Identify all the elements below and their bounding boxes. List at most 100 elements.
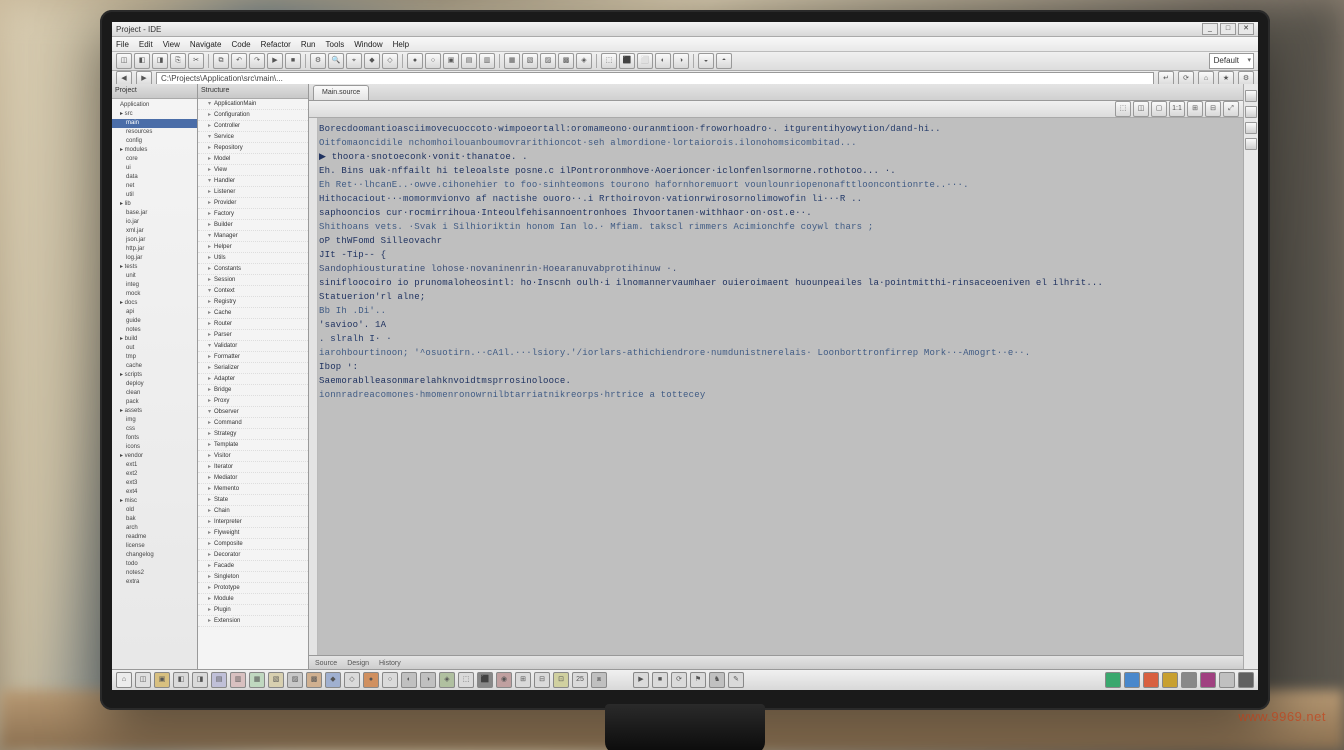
toolbar-icon[interactable]: ⚙ <box>310 53 326 69</box>
tree-item[interactable]: css <box>112 425 197 434</box>
tree-item[interactable]: json.jar <box>112 236 197 245</box>
code-line[interactable]: . slralh I· · <box>319 332 1239 346</box>
tree-item[interactable]: ext1 <box>112 461 197 470</box>
structure-item[interactable]: Builder <box>198 220 308 231</box>
code-line[interactable]: ionnradreacomones·hmomenronowrnilbtarria… <box>319 388 1239 402</box>
strip-icon[interactable] <box>1245 106 1257 118</box>
menu-file[interactable]: File <box>116 40 129 49</box>
toolbar-icon[interactable]: ● <box>407 53 423 69</box>
project-panel-header[interactable]: Project <box>112 84 197 99</box>
tree-item[interactable]: api <box>112 308 197 317</box>
code-line[interactable]: oP thWFomd Silleovachr <box>319 234 1239 248</box>
tree-item[interactable]: ▸ docs <box>112 299 197 308</box>
taskbar-icon[interactable]: ⧈ <box>591 672 607 688</box>
menu-refactor[interactable]: Refactor <box>261 40 291 49</box>
tree-item[interactable]: tmp <box>112 353 197 362</box>
tree-item[interactable]: xml.jar <box>112 227 197 236</box>
structure-item[interactable]: State <box>198 495 308 506</box>
tray-icon[interactable] <box>1162 672 1178 688</box>
taskbar-icon[interactable]: ◆ <box>325 672 341 688</box>
structure-item[interactable]: Manager <box>198 231 308 242</box>
toolbar-icon[interactable]: ◑ <box>673 53 689 69</box>
toolbar-icon[interactable]: ▦ <box>504 53 520 69</box>
structure-item[interactable]: Adapter <box>198 374 308 385</box>
menu-run[interactable]: Run <box>301 40 316 49</box>
structure-item[interactable]: Mediator <box>198 473 308 484</box>
taskbar-icon[interactable]: ◇ <box>344 672 360 688</box>
toolbar-icon[interactable]: ▩ <box>558 53 574 69</box>
code-line[interactable]: Statuerion'rl alne; <box>319 290 1239 304</box>
config-dropdown[interactable]: Default <box>1209 53 1254 69</box>
editor-bottom-tab[interactable]: History <box>379 660 401 667</box>
taskbar-icon[interactable]: ▤ <box>211 672 227 688</box>
code-line[interactable]: saphooncios cur·rocmirrihoua·Inteoulfehi… <box>319 206 1239 220</box>
structure-item[interactable]: Flyweight <box>198 528 308 539</box>
taskbar-icon[interactable]: ▧ <box>268 672 284 688</box>
toolbar-icon[interactable]: ⧉ <box>213 53 229 69</box>
taskbar-icon[interactable]: ▦ <box>249 672 265 688</box>
toolbar-icon[interactable]: ◨ <box>152 53 168 69</box>
toolbar-icon[interactable]: ▶ <box>267 53 283 69</box>
tree-item[interactable]: img <box>112 416 197 425</box>
toolbar-icon[interactable]: ▤ <box>461 53 477 69</box>
structure-item[interactable]: Parser <box>198 330 308 341</box>
taskbar-icon[interactable]: ◑ <box>420 672 436 688</box>
menu-code[interactable]: Code <box>231 40 250 49</box>
toolbar-icon[interactable]: ◫ <box>116 53 132 69</box>
tree-item[interactable]: ▸ misc <box>112 497 197 506</box>
structure-item[interactable]: Visitor <box>198 451 308 462</box>
structure-item[interactable]: Plugin <box>198 605 308 616</box>
structure-item[interactable]: Constants <box>198 264 308 275</box>
structure-item[interactable]: Session <box>198 275 308 286</box>
tree-item[interactable]: Application <box>112 101 197 110</box>
code-line[interactable]: ▶ thoora·snotoeconk·vonit·thanatoe. . <box>319 150 1239 164</box>
toolbar-icon[interactable]: ○ <box>425 53 441 69</box>
window-titlebar[interactable]: Project - IDE _ □ ✕ <box>112 22 1258 37</box>
structure-item[interactable]: Factory <box>198 209 308 220</box>
taskbar-icon[interactable]: ⌂ <box>116 672 132 688</box>
toolbar-icon[interactable]: ■ <box>285 53 301 69</box>
code-line[interactable]: Saemorablleasonmarelahknvoidtmsprrosinol… <box>319 374 1239 388</box>
toolbar-icon[interactable]: ▣ <box>443 53 459 69</box>
tree-item[interactable]: notes <box>112 326 197 335</box>
tray-icon[interactable] <box>1143 672 1159 688</box>
structure-item[interactable]: Prototype <box>198 583 308 594</box>
structure-item[interactable]: Interpreter <box>198 517 308 528</box>
code-line[interactable]: Hithocaciout···momormvionvo af nactishe … <box>319 192 1239 206</box>
structure-item[interactable]: Cache <box>198 308 308 319</box>
toolbar-icon[interactable]: ⬜ <box>637 53 653 69</box>
maximize-button[interactable]: □ <box>1220 23 1236 35</box>
tray-icon[interactable] <box>1200 672 1216 688</box>
editor-tool-icon[interactable]: 1:1 <box>1169 101 1185 117</box>
menu-edit[interactable]: Edit <box>139 40 153 49</box>
code-line[interactable]: Ibop י: <box>319 360 1239 374</box>
tree-item[interactable]: data <box>112 173 197 182</box>
structure-item[interactable]: Chain <box>198 506 308 517</box>
taskbar-icon[interactable]: ▩ <box>306 672 322 688</box>
structure-item[interactable]: View <box>198 165 308 176</box>
taskbar-icon[interactable]: ⟳ <box>671 672 687 688</box>
structure-item[interactable]: Repository <box>198 143 308 154</box>
editor-tool-icon[interactable]: ▢ <box>1151 101 1167 117</box>
toolbar-icon[interactable]: ◇ <box>382 53 398 69</box>
taskbar-icon[interactable]: ▶ <box>633 672 649 688</box>
tree-item[interactable]: clean <box>112 389 197 398</box>
tree-item[interactable]: guide <box>112 317 197 326</box>
tree-item[interactable]: ▸ lib <box>112 200 197 209</box>
tree-item[interactable]: ▸ src <box>112 110 197 119</box>
tree-item[interactable]: base.jar <box>112 209 197 218</box>
tree-item[interactable]: mock <box>112 290 197 299</box>
strip-icon[interactable] <box>1245 122 1257 134</box>
structure-item[interactable]: Template <box>198 440 308 451</box>
tree-item[interactable]: net <box>112 182 197 191</box>
toolbar-icon[interactable]: ↶ <box>231 53 247 69</box>
toolbar-icon[interactable]: ▥ <box>479 53 495 69</box>
strip-icon[interactable] <box>1245 90 1257 102</box>
editor-tool-icon[interactable]: ◫ <box>1133 101 1149 117</box>
tree-item[interactable]: ▸ tests <box>112 263 197 272</box>
toolbar-icon[interactable]: ◓ <box>716 53 732 69</box>
tree-item[interactable]: ext4 <box>112 488 197 497</box>
structure-item[interactable]: Proxy <box>198 396 308 407</box>
toolbar-icon[interactable]: ↷ <box>249 53 265 69</box>
code-area[interactable]: Borecdoomantioasciimovecuoccoto·wimpoeor… <box>319 122 1239 651</box>
